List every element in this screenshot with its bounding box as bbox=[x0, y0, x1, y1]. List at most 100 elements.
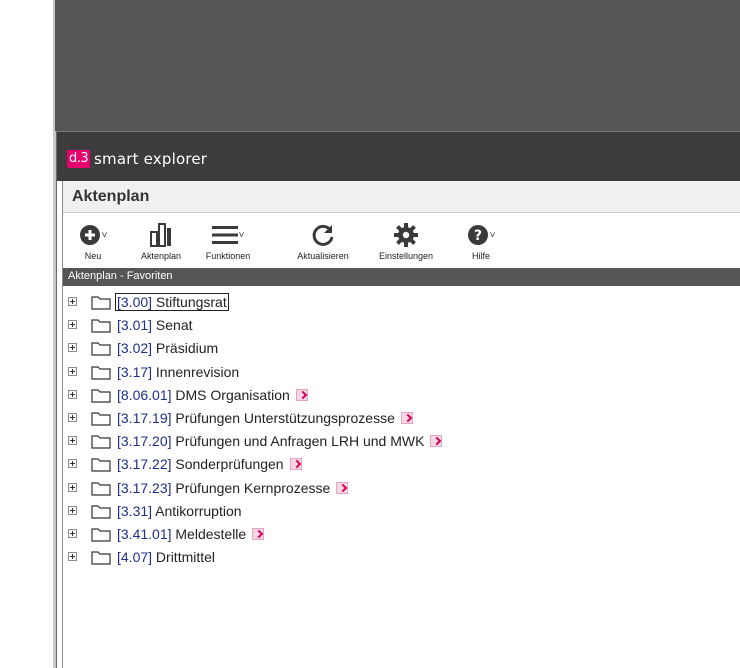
tree-item-name: Meldestelle bbox=[175, 526, 247, 542]
tree-item-name: Drittmittel bbox=[155, 549, 216, 566]
functions-label: Funktionen bbox=[205, 251, 251, 261]
d3-logo: d.3 bbox=[67, 150, 91, 168]
settings-button[interactable]: Einstellungen bbox=[369, 221, 443, 261]
tree-item-name: Prüfungen Kernprozesse bbox=[175, 479, 331, 496]
expand-plus-icon[interactable] bbox=[68, 366, 77, 376]
expand-plus-icon[interactable] bbox=[68, 436, 77, 446]
functions-button[interactable]: ˅ Funktionen bbox=[198, 221, 258, 261]
tree-item-code: [3.17.23] bbox=[117, 479, 172, 496]
tree-item-label[interactable]: [3.31] Antikorruption bbox=[117, 503, 242, 519]
smart-explorer-window: d.3 smart explorer Aktenplan ˅ Neu Akten… bbox=[56, 131, 740, 668]
tree-item-code: [8.06.01] bbox=[117, 386, 172, 403]
folder-icon bbox=[91, 412, 111, 426]
settings-label: Einstellungen bbox=[378, 251, 434, 261]
new-button[interactable]: ˅ Neu bbox=[77, 221, 109, 261]
tree-row[interactable]: [8.06.01] DMS Organisation bbox=[63, 385, 740, 405]
new-label: Neu bbox=[84, 251, 102, 261]
aktenplan-label: Aktenplan bbox=[140, 251, 182, 261]
tree-row[interactable]: [3.01] Senat bbox=[63, 315, 740, 335]
tree-item-label[interactable]: [3.17.19] Prüfungen Unterstützungsprozes… bbox=[117, 410, 413, 426]
tree-row[interactable]: [3.17.22] Sonderprüfungen bbox=[63, 454, 740, 474]
linked-reference-icon[interactable] bbox=[252, 528, 265, 540]
tree-item-code: [3.02] bbox=[117, 340, 153, 357]
hamburger-menu-icon bbox=[211, 226, 238, 244]
aktenplan-icon bbox=[150, 223, 171, 247]
tree-item-label[interactable]: [8.06.01] DMS Organisation bbox=[117, 387, 308, 403]
tree-item-label[interactable]: [3.17.20] Prüfungen und Anfragen LRH und… bbox=[117, 433, 443, 450]
tree-item-name: Innenrevision bbox=[155, 363, 240, 380]
linked-reference-icon[interactable] bbox=[289, 458, 302, 471]
linked-reference-icon[interactable] bbox=[400, 412, 413, 424]
tree-item-label[interactable]: [3.00] Stiftungsrat bbox=[115, 293, 229, 311]
folder-icon bbox=[91, 551, 111, 565]
expand-plus-icon[interactable] bbox=[68, 529, 77, 538]
tree-row[interactable]: [3.17] Innenrevision bbox=[63, 362, 740, 382]
folder-icon bbox=[91, 528, 111, 542]
tree-item-label[interactable]: [4.07] Drittmittel bbox=[117, 549, 215, 565]
aktenplan-button[interactable]: Aktenplan bbox=[135, 221, 187, 261]
refresh-label: Aktualisieren bbox=[297, 251, 349, 261]
tree-row[interactable]: [3.00] Stiftungsrat bbox=[63, 292, 740, 312]
folder-icon bbox=[91, 435, 111, 449]
tree-item-name: Sonderprüfungen bbox=[175, 456, 284, 473]
linked-reference-icon[interactable] bbox=[295, 388, 308, 401]
tree-item-name: Stiftungsrat bbox=[155, 294, 227, 310]
tree-item-label[interactable]: [3.01] Senat bbox=[117, 317, 193, 333]
expand-plus-icon[interactable] bbox=[68, 459, 77, 469]
folder-icon bbox=[91, 481, 111, 496]
expand-plus-icon[interactable] bbox=[68, 297, 77, 306]
help-label: Hilfe bbox=[471, 251, 490, 261]
folder-icon bbox=[91, 389, 111, 403]
tree-item-name: Präsidium bbox=[155, 340, 219, 357]
plus-circle-icon bbox=[79, 225, 100, 245]
tree-item-code: [3.17] bbox=[117, 363, 153, 380]
tree-item-code: [4.07] bbox=[117, 549, 153, 566]
tree-row[interactable]: [3.31] Antikorruption bbox=[63, 501, 740, 521]
linked-reference-icon[interactable] bbox=[430, 435, 443, 448]
folder-icon bbox=[91, 342, 111, 356]
tree-item-label[interactable]: [3.41.01] Meldestelle bbox=[117, 526, 265, 542]
folder-icon bbox=[91, 296, 111, 310]
folder-icon bbox=[91, 505, 111, 519]
tree-item-label[interactable]: [3.17] Innenrevision bbox=[117, 364, 239, 380]
favorites-title: Aktenplan - Favoriten bbox=[68, 270, 173, 282]
tree-item-code: [3.00] bbox=[117, 294, 153, 310]
expand-plus-icon[interactable] bbox=[68, 413, 77, 422]
tree-item-label[interactable]: [3.17.22] Sonderprüfungen bbox=[117, 456, 302, 472]
expand-plus-icon[interactable] bbox=[68, 389, 77, 399]
panel-title: Aktenplan bbox=[72, 188, 150, 205]
app-name: smart explorer bbox=[94, 150, 208, 168]
tree-item-name: Senat bbox=[155, 317, 193, 334]
tree-row[interactable]: [3.17.20] Prüfungen und Anfragen LRH und… bbox=[63, 431, 740, 451]
tree-item-label[interactable]: [3.17.23] Prüfungen Kernprozesse bbox=[117, 479, 349, 496]
tree-item-label[interactable]: [3.02] Präsidium bbox=[117, 340, 218, 356]
refresh-button[interactable]: Aktualisieren bbox=[285, 221, 361, 261]
help-circle-icon: ? bbox=[467, 225, 488, 245]
tree-row[interactable]: [3.17.23] Prüfungen Kernprozesse bbox=[63, 478, 740, 498]
tree-item-code: [3.17.19] bbox=[117, 410, 172, 426]
linked-reference-icon[interactable] bbox=[336, 481, 349, 494]
expand-plus-icon[interactable] bbox=[68, 320, 77, 330]
expand-plus-icon[interactable] bbox=[68, 482, 77, 492]
toolbar: ˅ Neu Aktenplan ˅ Funktionen Aktualisier… bbox=[63, 213, 740, 268]
folder-icon bbox=[91, 365, 111, 380]
tree-row[interactable]: [3.17.19] Prüfungen Unterstützungsprozes… bbox=[63, 408, 740, 428]
panel-header: Aktenplan bbox=[63, 181, 740, 213]
svg-text:?: ? bbox=[474, 228, 482, 244]
tree-row[interactable]: [3.02] Präsidium bbox=[63, 338, 740, 358]
tree-item-code: [3.17.22] bbox=[117, 456, 172, 473]
tree-item-code: [3.31] bbox=[117, 502, 153, 519]
tree-item-code: [3.41.01] bbox=[117, 526, 172, 542]
tree-item-name: DMS Organisation bbox=[175, 386, 290, 403]
tree-row[interactable]: [4.07] Drittmittel bbox=[63, 547, 740, 567]
help-button[interactable]: ? ˅ Hilfe bbox=[461, 221, 501, 261]
chevron-down-icon: ˅ bbox=[489, 229, 496, 241]
expand-plus-icon[interactable] bbox=[68, 505, 77, 515]
tree-row[interactable]: [3.41.01] Meldestelle bbox=[63, 524, 740, 544]
background-overlay bbox=[55, 0, 740, 131]
tree-item-name: Prüfungen und Anfragen LRH und MWK bbox=[175, 433, 425, 450]
expand-plus-icon[interactable] bbox=[68, 343, 77, 353]
tree-item-code: [3.01] bbox=[117, 317, 153, 334]
expand-plus-icon[interactable] bbox=[68, 552, 77, 562]
favorites-header: Aktenplan - Favoriten bbox=[63, 268, 740, 286]
